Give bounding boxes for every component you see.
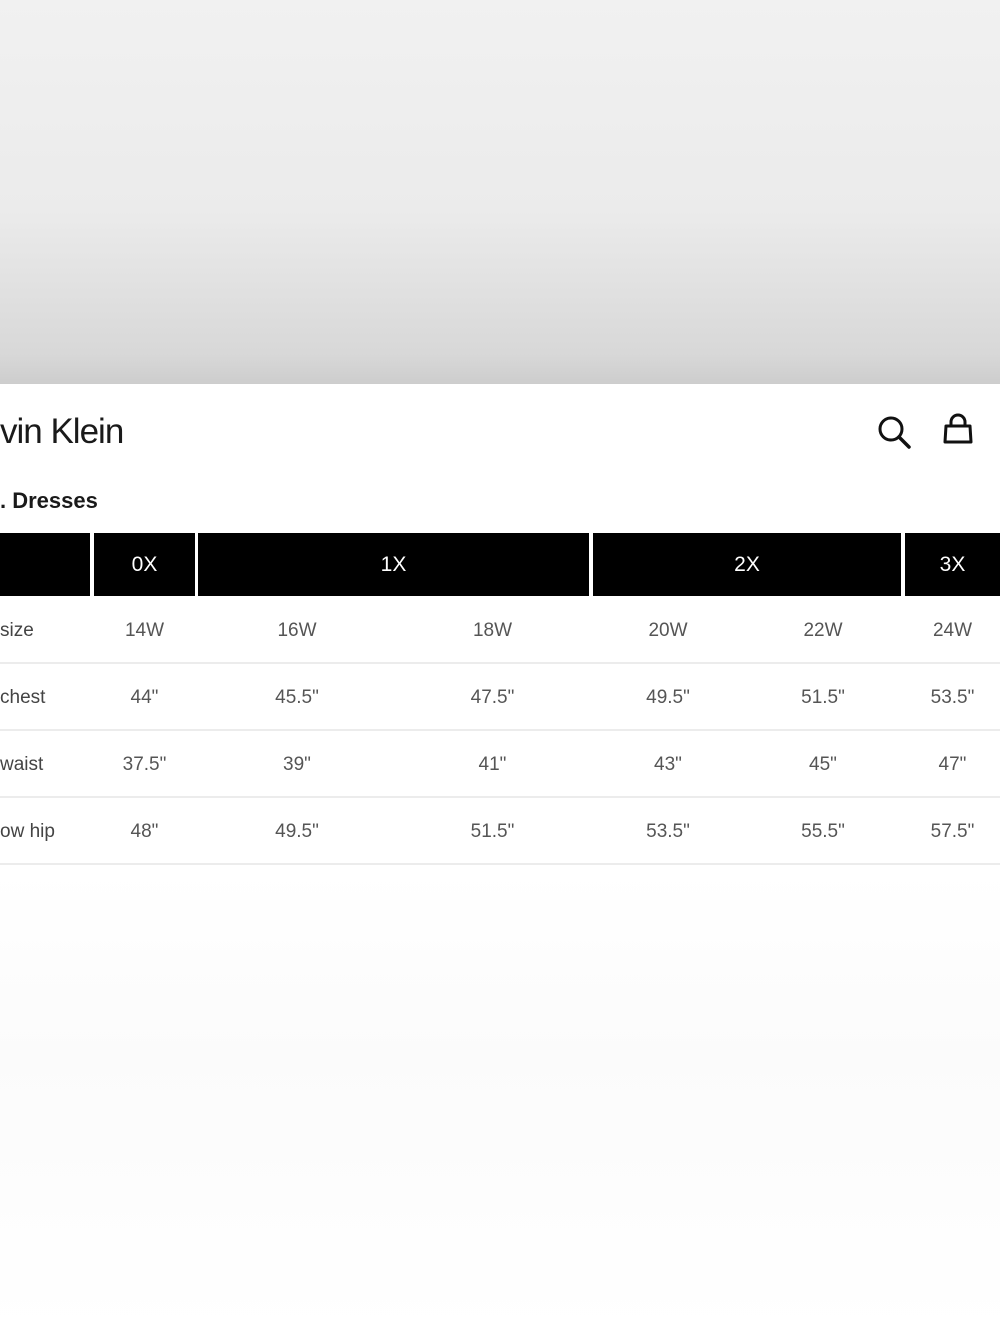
table-cell: 14W xyxy=(124,620,165,641)
table-cell: 39" xyxy=(283,754,311,775)
table-cell: 49.5" xyxy=(275,821,319,842)
table-cell: 47.5" xyxy=(470,687,515,708)
table-cell: 24W xyxy=(932,620,973,641)
table-cell: 53.5" xyxy=(930,687,975,708)
table-cell: 45.5" xyxy=(275,687,319,708)
table-cell: 48" xyxy=(130,821,159,842)
table-cell: 51.5" xyxy=(801,687,845,708)
blurred-backdrop-top xyxy=(0,0,1000,384)
table-cell: 45" xyxy=(809,754,837,775)
table-cell: 16W xyxy=(277,620,317,641)
table-cell: 49.5" xyxy=(646,687,690,708)
brand-logo[interactable]: vin Klein xyxy=(0,412,124,452)
row-divider xyxy=(0,662,1000,664)
row-label-low-hip: ow hip xyxy=(0,821,55,842)
row-label-size: size xyxy=(0,620,34,641)
section-title: . Dresses xyxy=(0,488,98,513)
row-divider xyxy=(0,863,1000,865)
row-divider xyxy=(0,796,1000,798)
table-cell: 41" xyxy=(478,754,507,775)
table-cell: 20W xyxy=(648,620,688,641)
table-cell: 37.5" xyxy=(122,754,167,775)
header-cell-1x: 1X xyxy=(198,533,589,596)
blurred-backdrop-bottom xyxy=(0,870,1000,1333)
row-divider xyxy=(0,729,1000,731)
header-cell-empty xyxy=(0,533,90,596)
header-cell-0x: 0X xyxy=(94,533,195,596)
table-cell: 55.5" xyxy=(801,821,845,842)
table-cell: 44" xyxy=(130,687,159,708)
table-cell: 43" xyxy=(654,754,682,775)
search-icon[interactable] xyxy=(876,414,912,450)
table-cell: 47" xyxy=(938,754,967,775)
row-label-chest: chest xyxy=(0,687,46,708)
header-cell-2x: 2X xyxy=(593,533,901,596)
row-label-waist: waist xyxy=(0,754,44,775)
table-cell: 57.5" xyxy=(930,821,975,842)
page: vin Klein . Dresses 0X 1X 2X 3X size 14W… xyxy=(0,0,1000,1333)
table-cell: 18W xyxy=(472,620,513,641)
table-cell: 22W xyxy=(803,620,843,641)
bag-icon[interactable] xyxy=(940,412,976,448)
table-cell: 53.5" xyxy=(646,821,690,842)
table-cell: 51.5" xyxy=(470,821,515,842)
header-cell-3x: 3X xyxy=(905,533,1000,596)
